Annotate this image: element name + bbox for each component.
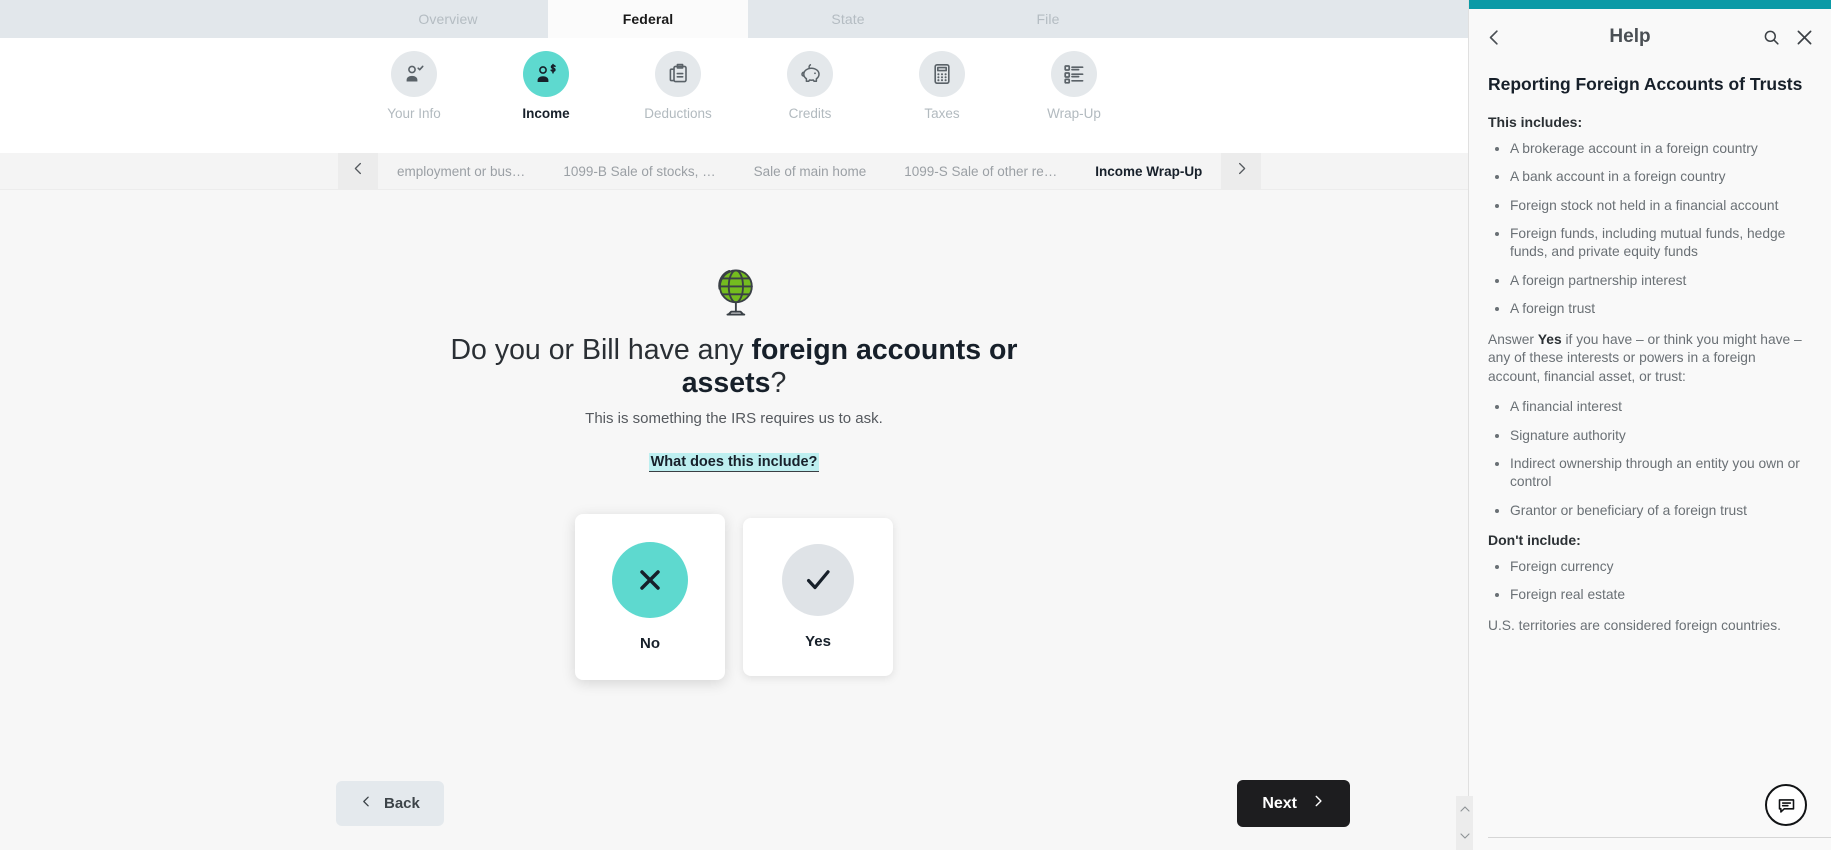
tab-federal[interactable]: Federal — [548, 0, 748, 38]
help-panel-actions — [1762, 27, 1815, 48]
step-credits[interactable]: Credits — [744, 38, 876, 121]
question-title-lead: Do you or Bill have any — [450, 334, 752, 366]
back-button[interactable]: Back — [336, 781, 444, 826]
back-button-label: Back — [384, 795, 420, 812]
tab-label: Overview — [418, 11, 478, 27]
tab-label: Federal — [622, 11, 674, 27]
help-panel-header: Help — [1469, 9, 1831, 65]
question-block: Do you or Bill have any foreign accounts… — [0, 262, 1468, 680]
help-article-heading: Reporting Foreign Accounts of Trusts — [1488, 74, 1803, 94]
page-title: Do you or Bill have any foreign accounts… — [424, 334, 1044, 401]
help-panel-body: Reporting Foreign Accounts of Trusts Thi… — [1469, 65, 1831, 850]
help-dont-include-label: Don't include: — [1488, 532, 1581, 549]
list-item: Foreign stock not held in a financial ac… — [1488, 197, 1811, 215]
step-label: Your Info — [387, 106, 441, 121]
help-panel: Help Reporting Foreign Accounts of Trust… — [1468, 0, 1831, 850]
subnav-item-sale-main-home[interactable]: Sale of main home — [735, 164, 886, 179]
chevron-right-icon — [1311, 794, 1325, 813]
step-income[interactable]: Income — [480, 38, 612, 121]
list-item: Grantor or beneficiary of a foreign trus… — [1488, 502, 1811, 520]
chevron-left-icon — [351, 161, 366, 181]
tab-bar-spacer — [0, 0, 348, 38]
tab-label: State — [831, 11, 865, 27]
close-icon[interactable] — [1794, 27, 1815, 48]
answer-option-label: No — [640, 634, 660, 652]
chevron-left-icon — [360, 795, 373, 812]
piggy-bank-icon — [787, 51, 833, 97]
what-does-this-include-link[interactable]: What does this include? — [648, 452, 820, 472]
help-dont-include-list: Foreign currency Foreign real estate — [1488, 558, 1811, 605]
top-tab-bar: Overview Federal State File — [0, 0, 1468, 38]
list-item: Signature authority — [1488, 427, 1811, 445]
list-item: A financial interest — [1488, 398, 1811, 416]
step-navigation: Your Info Income Deductions Credits Taxe… — [0, 38, 1468, 153]
list-item: Indirect ownership through an entity you… — [1488, 455, 1811, 492]
tab-file[interactable]: File — [948, 0, 1148, 38]
list-item: Foreign currency — [1488, 558, 1811, 576]
person-dollar-icon — [523, 51, 569, 97]
clipboard-icon — [655, 51, 701, 97]
x-icon — [612, 541, 688, 618]
subnav-prev-button[interactable] — [338, 153, 378, 189]
search-icon[interactable] — [1762, 28, 1781, 47]
subnav-item-employment[interactable]: employment or bus… — [378, 164, 544, 179]
step-label: Income — [522, 106, 570, 121]
step-label: Wrap-Up — [1047, 106, 1101, 121]
step-taxes[interactable]: Taxes — [876, 38, 1008, 121]
list-item: Foreign funds, including mutual funds, h… — [1488, 225, 1811, 262]
answer-choices: No Yes — [575, 513, 893, 680]
check-icon — [782, 543, 854, 616]
step-label: Deductions — [644, 106, 712, 121]
help-powers-list: A financial interest Signature authority… — [1488, 398, 1811, 520]
list-item: A foreign partnership interest — [1488, 272, 1811, 290]
list-item: A foreign trust — [1488, 300, 1811, 318]
help-includes-list: A brokerage account in a foreign country… — [1488, 140, 1811, 318]
question-subtitle: This is something the IRS requires us to… — [585, 409, 883, 427]
person-check-icon — [391, 51, 437, 97]
question-title-tail: ? — [770, 367, 787, 400]
chat-bubble-icon[interactable] — [1765, 784, 1807, 826]
step-deductions[interactable]: Deductions — [612, 38, 744, 121]
calculator-icon — [919, 51, 965, 97]
next-button[interactable]: Next — [1237, 780, 1350, 827]
subnav-item-1099s[interactable]: 1099-S Sale of other re… — [885, 164, 1076, 179]
list-item: A brokerage account in a foreign country — [1488, 140, 1811, 158]
help-panel-accent-bar — [1469, 0, 1831, 9]
help-panel-title: Help — [1609, 26, 1651, 47]
step-your-info[interactable]: Your Info — [348, 38, 480, 121]
help-includes-label: This includes: — [1488, 114, 1583, 131]
tab-state[interactable]: State — [748, 0, 948, 38]
chevron-down-icon[interactable] — [1459, 828, 1471, 846]
help-answer-bold: Yes — [1537, 331, 1562, 347]
list-item: Foreign real estate — [1488, 586, 1811, 604]
chevron-right-icon — [1234, 161, 1249, 181]
main-content-area: Overview Federal State File Your Info In… — [0, 0, 1468, 850]
help-territories-note: U.S. territories are considered foreign … — [1488, 617, 1781, 633]
help-scrollbar[interactable] — [1456, 796, 1473, 850]
step-label: Credits — [788, 106, 832, 121]
app-root: Overview Federal State File Your Info In… — [0, 0, 1831, 850]
subnav-next-button[interactable] — [1221, 153, 1262, 189]
tab-overview[interactable]: Overview — [348, 0, 548, 38]
help-panel-divider — [1488, 837, 1831, 838]
form-footer: Back Next — [336, 780, 1350, 827]
answer-option-label: Yes — [805, 632, 831, 650]
help-answer-yes-paragraph: Answer Yes if you have – or think you mi… — [1488, 331, 1811, 387]
tab-label: File — [1036, 11, 1060, 27]
subnav-item-list: employment or bus… 1099-B Sale of stocks… — [378, 153, 1221, 189]
subnav-item-1099b[interactable]: 1099-B Sale of stocks, … — [544, 164, 734, 179]
subnav-item-income-wrap-up[interactable]: Income Wrap-Up — [1076, 164, 1221, 179]
step-wrap-up[interactable]: Wrap-Up — [1008, 38, 1140, 121]
step-label: Taxes — [924, 106, 960, 121]
answer-option-no[interactable]: No — [575, 513, 725, 680]
sub-navigation: employment or bus… 1099-B Sale of stocks… — [0, 153, 1468, 190]
question-canvas: Do you or Bill have any foreign accounts… — [0, 190, 1468, 850]
next-button-label: Next — [1262, 794, 1297, 812]
answer-option-yes[interactable]: Yes — [743, 517, 893, 676]
globe-icon — [704, 262, 764, 322]
chevron-up-icon[interactable] — [1459, 801, 1471, 819]
list-item: A bank account in a foreign country — [1488, 168, 1811, 186]
checklist-icon — [1051, 51, 1097, 97]
help-answer-lead: Answer — [1488, 331, 1538, 347]
